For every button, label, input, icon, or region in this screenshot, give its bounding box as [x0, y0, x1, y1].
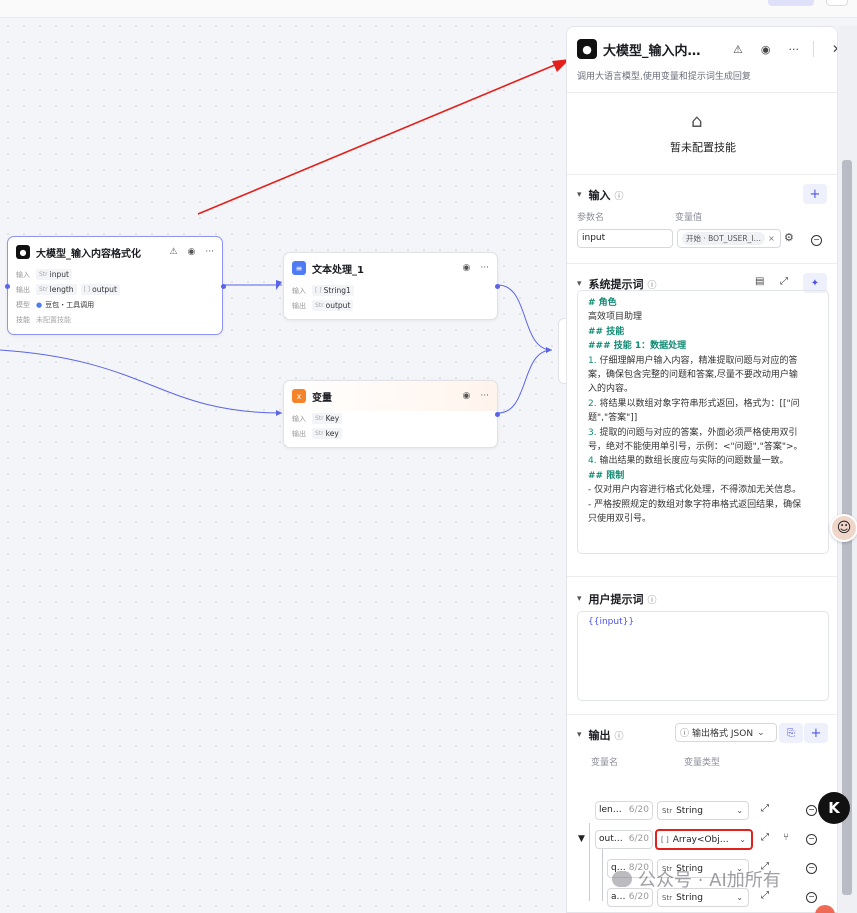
llm-icon: ●: [577, 39, 597, 59]
param-name-input[interactable]: input: [577, 229, 673, 248]
prompt-line: 高效项目助理: [588, 312, 643, 323]
remove-icon[interactable]: −: [806, 863, 817, 874]
remove-icon[interactable]: −: [806, 892, 817, 903]
empty-box-icon: ⌂: [691, 111, 703, 132]
user-prompt-editor[interactable]: {{input}}: [577, 611, 829, 701]
prompt-line: 入的内容。: [588, 384, 634, 395]
remove-icon[interactable]: −: [806, 805, 817, 816]
system-prompt-editor[interactable]: # 角色高效项目助理 ## 技能 ### 技能 1：数据处理 1. 仔细理解用户输入…: [577, 290, 829, 554]
more-icon[interactable]: ···: [205, 247, 214, 257]
output-port[interactable]: [221, 284, 226, 289]
prompt-line: - 严格按照规定的数组对象字符串格式返回结果，确保: [588, 499, 802, 510]
prompt-line: 2. 将结果以数组对象字符串形式返回，格式为：[["问: [588, 398, 800, 409]
remove-icon[interactable]: −: [811, 235, 822, 246]
info-icon[interactable]: ⓘ: [615, 189, 624, 202]
prompt-line: # 角色: [588, 298, 617, 308]
more-icon[interactable]: ···: [480, 263, 489, 273]
llm-icon: ●: [16, 245, 30, 259]
prompt-line: ## 限制: [588, 470, 625, 481]
output-port[interactable]: [495, 412, 500, 417]
llm-node-title: 大模型_输入内容格式化: [36, 248, 141, 260]
top-toolbar: [0, 0, 857, 18]
assistant-avatar[interactable]: ☺: [830, 514, 857, 542]
output-format-select[interactable]: ⓘ 输出格式 JSON ⌄: [675, 723, 777, 742]
text-node-title: 文本处理_1: [312, 264, 364, 276]
panel-description: 调用大语言模型,使用变量和提示词生成回复: [577, 72, 751, 82]
run-icon[interactable]: ◉: [188, 247, 196, 257]
run-icon[interactable]: ◉: [463, 263, 471, 273]
more-icon[interactable]: ···: [788, 43, 799, 56]
more-icon[interactable]: ···: [480, 391, 489, 401]
output-port[interactable]: [495, 284, 500, 289]
run-icon[interactable]: ◉: [463, 391, 471, 401]
panel-title[interactable]: 大模型_输入内…: [603, 40, 701, 59]
expand-icon[interactable]: ⤢: [761, 803, 769, 814]
wechat-icon: [612, 871, 632, 887]
prompt-line: 号，绝对不能使用单引号，示例：<"问题","答案">。: [588, 442, 803, 453]
chevron-down-icon[interactable]: ▾: [577, 594, 582, 604]
input-port[interactable]: [5, 284, 10, 289]
text-process-icon: ≡: [292, 261, 306, 275]
prompt-line: ## 技能: [588, 326, 625, 337]
prompt-line: - 仅对用户内容进行格式化处理，不得添加无关信息。: [588, 485, 802, 496]
template-icon[interactable]: ▤: [755, 276, 764, 287]
remove-icon[interactable]: −: [806, 834, 817, 845]
variable-node[interactable]: x 变量 ◉ ··· 输入 Str Key 输出 Str key: [283, 380, 500, 448]
run-icon[interactable]: ◉: [761, 43, 771, 56]
prompt-line: 案，确保包含完整的问题和答案,尽量不要改动用户输: [588, 370, 798, 381]
info-icon[interactable]: ⓘ: [648, 593, 657, 606]
prompt-line: 3. 提取的问题与对应的答案，外面必须严格使用双引: [588, 427, 798, 438]
prompt-line: 1. 仔细理解用户输入内容，精准提取问题与对应的答: [588, 355, 798, 366]
output-type-select-highlighted[interactable]: [ ] Array<Obj… ⌄: [655, 829, 753, 850]
add-output-button[interactable]: +: [804, 723, 828, 743]
chevron-down-icon[interactable]: ▾: [577, 730, 582, 740]
prompt-line: 4. 输出结果的数组长度应与实际的问题数量一致。: [588, 456, 789, 467]
variable-node-title: 变量: [312, 392, 332, 404]
output-name-input[interactable]: len… 6/20: [595, 801, 653, 820]
skill-icon[interactable]: ⚠: [169, 247, 177, 257]
chevron-down-icon[interactable]: ▾: [577, 190, 582, 200]
variable-value-select[interactable]: 开始 · BOT_USER_I… ×: [677, 229, 781, 248]
add-child-icon[interactable]: ⑂: [783, 832, 789, 843]
panel-header: ● 大模型_输入内… ⚠ ◉ ··· ✕ 调用大语言模型,使用变量和提示词生成回…: [567, 27, 837, 93]
llm-node[interactable]: ● 大模型_输入内容格式化 ⚠ ◉ ··· 输入 Str input 输出 Str le…: [5, 236, 226, 335]
workflow-canvas[interactable]: [0, 18, 566, 913]
info-icon[interactable]: ⓘ: [615, 729, 624, 742]
output-type-select[interactable]: Str String ⌄: [657, 801, 749, 820]
expand-icon[interactable]: ⤢: [780, 276, 788, 287]
k-logo-button[interactable]: K: [818, 792, 850, 824]
text-node[interactable]: ≡ 文本处理_1 ◉ ··· 输入[ ] String1 输出 Str output: [283, 252, 500, 320]
variable-icon: x: [292, 389, 306, 403]
chevron-down-icon[interactable]: ▾: [577, 279, 582, 289]
user-prompt-section: ▾ 用户提示词 ⓘ {{input}}: [567, 577, 837, 715]
toolbar-primary-button[interactable]: [768, 0, 814, 6]
toolbar-secondary-button[interactable]: [826, 0, 848, 6]
node-config-panel: ● 大模型_输入内… ⚠ ◉ ··· ✕ 调用大语言模型,使用变量和提示词生成回…: [566, 26, 838, 913]
prompt-line: 只使用双引号。: [588, 514, 652, 525]
skills-empty-text: 暂未配置技能: [670, 141, 736, 154]
system-prompt-section: ▾ 系统提示词 ⓘ ▤ ⤢ ✦ # 角色 高效项目助理 ## 技能 ### 技能 1：数…: [567, 264, 837, 577]
settings-icon[interactable]: ⚙: [784, 231, 794, 244]
watermark: 公众号 · AI加所有: [612, 866, 781, 892]
skills-section: ⌂ 暂未配置技能: [567, 93, 837, 175]
collapse-triangle-icon[interactable]: ▼: [578, 834, 585, 844]
import-icon[interactable]: ⎘: [779, 723, 803, 743]
close-icon[interactable]: ✕: [832, 42, 837, 56]
prompt-line: ### 技能 1：数据处理: [588, 341, 687, 352]
output-name-input[interactable]: out… 6/20: [595, 830, 653, 849]
input-section: ▾ 输入 ⓘ + 参数名 变量值 input 开始 · BOT_USER_I… × ⚙…: [567, 175, 837, 264]
add-input-button[interactable]: +: [803, 184, 827, 204]
prompt-line: 题","答案"]]: [588, 413, 638, 424]
expand-icon[interactable]: ⤢: [761, 832, 769, 843]
skill-icon[interactable]: ⚠: [733, 43, 743, 56]
info-icon[interactable]: ⓘ: [648, 278, 657, 291]
